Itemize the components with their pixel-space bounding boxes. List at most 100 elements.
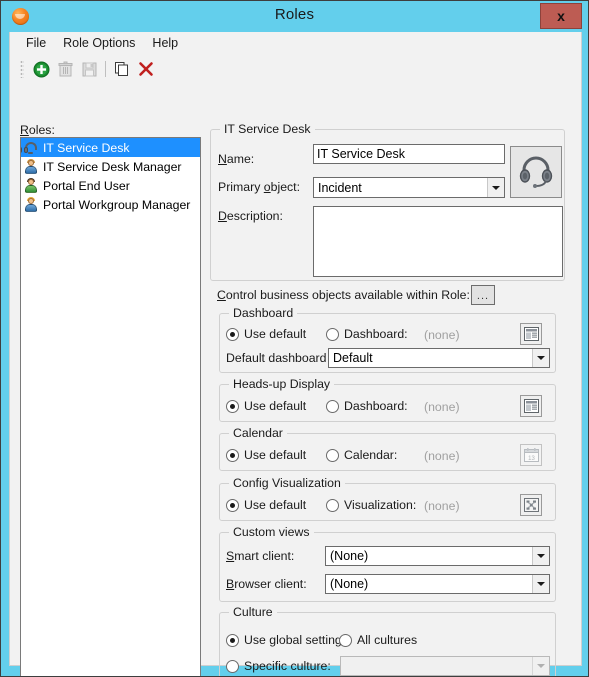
control-business-objects-button[interactable]: ... <box>471 285 495 305</box>
plus-circle-icon <box>33 61 49 77</box>
headset-icon <box>21 140 39 156</box>
roles-label-text: oles: <box>28 123 55 137</box>
culture-all-radio[interactable]: All cultures <box>339 633 417 647</box>
configviz-use-default-radio[interactable]: Use default <box>226 498 306 512</box>
hud-custom-radio[interactable]: Dashboard: <box>326 399 408 413</box>
hud-value: (none) <box>424 400 460 414</box>
name-label-text: ame: <box>226 152 255 166</box>
name-input[interactable]: IT Service Desk <box>313 144 505 164</box>
dashboard-use-default-radio[interactable]: Use default <box>226 327 306 341</box>
configviz-custom-radio[interactable]: Visualization: <box>326 498 416 512</box>
radio-indicator <box>326 327 339 341</box>
culture-use-global-radio[interactable]: Use global setting <box>226 633 342 647</box>
smart-client-label: Smart client: <box>226 549 295 563</box>
dashboard-use-default-label: Use default <box>244 327 307 341</box>
role-details-group-title: IT Service Desk <box>220 122 315 136</box>
person-orange-icon <box>23 196 39 213</box>
name-input-value: IT Service Desk <box>317 147 405 161</box>
culture-group-title: Culture <box>229 605 277 619</box>
dashboard-theme-text1: Default dashboard <box>226 351 330 365</box>
radio-indicator <box>226 498 239 512</box>
dashboard-picker-button[interactable] <box>520 323 542 345</box>
primary-object-label-text1: Primary <box>218 180 264 194</box>
calendar-use-default-radio[interactable]: Use default <box>226 448 306 462</box>
hud-use-default-radio[interactable]: Use default <box>226 399 306 413</box>
smart-client-label-text: mart client: <box>234 549 295 563</box>
browser-client-label-text: rowser client: <box>234 577 307 591</box>
calendar-value: (none) <box>424 449 460 463</box>
title-bar: Roles x <box>1 1 588 32</box>
copy-pages-icon <box>115 62 128 76</box>
cancel-button[interactable] <box>134 57 158 81</box>
toolbar-grip[interactable] <box>20 60 24 78</box>
hud-picker-button[interactable] <box>520 395 542 417</box>
close-button[interactable]: x <box>540 3 582 29</box>
description-input[interactable] <box>313 206 563 277</box>
roles-list[interactable]: IT Service Desk IT Service Desk Manager <box>20 137 201 676</box>
calendar-custom-radio[interactable]: Calendar: <box>326 448 397 462</box>
description-label-text: escription: <box>226 209 283 223</box>
list-item[interactable]: Portal End User <box>21 176 200 195</box>
hud-use-default-label: Use default <box>244 399 307 413</box>
radio-indicator <box>339 633 352 647</box>
copy-button[interactable] <box>110 57 134 81</box>
browser-client-value: (None) <box>330 577 369 591</box>
list-item[interactable]: IT Service Desk <box>21 138 200 157</box>
culture-specific-label: Specific culture: <box>244 659 331 673</box>
browser-client-label: Browser client: <box>226 577 307 591</box>
browser-client-select[interactable]: (None) <box>325 574 550 594</box>
person-green-icon <box>23 177 39 194</box>
hud-custom-label: Dashboard: <box>344 399 408 413</box>
dashboard-theme-select[interactable]: Default <box>328 348 550 368</box>
culture-use-global-label: Use global setting <box>244 633 342 647</box>
menu-help[interactable]: Help <box>144 34 187 52</box>
new-role-button[interactable] <box>29 57 53 81</box>
smart-client-select[interactable]: (None) <box>325 546 550 566</box>
svg-text:13: 13 <box>528 456 535 462</box>
config-visualization-group-title: Config Visualization <box>229 476 345 490</box>
trash-icon <box>58 61 72 77</box>
calendar-group-title: Calendar <box>229 426 287 440</box>
configviz-use-default-label: Use default <box>244 498 307 512</box>
dashboard-custom-label: Dashboard: <box>344 327 408 341</box>
chevron-down-icon <box>487 178 504 197</box>
description-label: Description: <box>218 209 283 223</box>
heads-up-display-group-title: Heads-up Display <box>229 377 335 391</box>
red-x-icon <box>139 62 153 76</box>
role-avatar-button[interactable] <box>510 146 562 198</box>
person-blue-icon <box>23 158 39 175</box>
custom-views-group-title: Custom views <box>229 525 314 539</box>
primary-object-value: Incident <box>318 180 362 195</box>
primary-object-select[interactable]: Incident <box>313 177 505 198</box>
menu-file[interactable]: File <box>18 34 55 52</box>
menu-bar: File Role Options Help <box>10 32 581 54</box>
headset-icon <box>519 156 553 188</box>
dashboard-custom-radio[interactable]: Dashboard: <box>326 327 408 341</box>
calendar-use-default-label: Use default <box>244 448 307 462</box>
list-item-label: IT Service Desk Manager <box>43 159 182 174</box>
configviz-picker-button[interactable] <box>520 494 542 516</box>
calendar-icon: 13 <box>523 448 539 462</box>
radio-indicator <box>326 399 339 413</box>
chevron-down-icon <box>532 349 549 367</box>
list-item-label: Portal Workgroup Manager <box>43 197 191 212</box>
calendar-picker-button: 13 <box>520 444 542 466</box>
culture-specific-radio[interactable]: Specific culture: <box>226 659 331 673</box>
list-item[interactable]: IT Service Desk Manager <box>21 157 200 176</box>
primary-object-label-text2: bject: <box>270 180 301 194</box>
control-business-objects-label: Control business objects available withi… <box>217 288 470 302</box>
calendar-custom-label: Calendar: <box>344 448 398 462</box>
floppy-disk-icon <box>82 62 96 76</box>
radio-indicator <box>326 498 339 512</box>
toolbar <box>10 54 581 84</box>
radio-indicator <box>226 448 239 462</box>
network-graph-icon <box>523 498 539 512</box>
radio-indicator <box>326 448 339 462</box>
menu-role-options[interactable]: Role Options <box>55 34 144 52</box>
list-item[interactable]: Portal Workgroup Manager <box>21 195 200 214</box>
radio-indicator <box>226 633 239 647</box>
dashboard-layout-icon <box>523 399 539 413</box>
list-item-label: IT Service Desk <box>43 140 130 155</box>
roles-window: Roles x File Role Options Help Roles: IT… <box>0 0 589 677</box>
list-item-label: Portal End User <box>43 178 130 193</box>
